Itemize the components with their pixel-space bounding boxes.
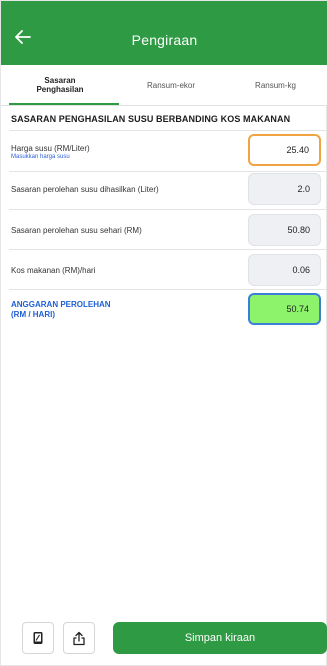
daily-target-field: 50.80 — [248, 214, 321, 246]
tab-sasaran-penghasilan[interactable]: Sasaran Penghasilan — [1, 65, 119, 105]
milk-target-field[interactable]: 2.0 — [248, 173, 321, 205]
daily-target-label: Sasaran perolehan susu sehari (RM) — [11, 226, 142, 235]
estimate-result-field: 50.74 — [248, 293, 321, 325]
divider — [9, 209, 327, 210]
daily-target-value: 50.80 — [287, 225, 310, 235]
milk-price-label: Harga susu (RM/Liter) — [11, 144, 90, 153]
tab-ransum-ekor[interactable]: Ransum-ekor — [119, 65, 223, 105]
milk-price-input[interactable]: 25.40 — [248, 134, 321, 166]
phone-button[interactable] — [22, 622, 54, 654]
tab-bar: Sasaran Penghasilan Ransum-ekor Ransum-k… — [1, 65, 327, 106]
divider — [9, 171, 327, 172]
active-tab-indicator — [9, 103, 119, 105]
feed-cost-field: 0.06 — [248, 254, 321, 286]
divider — [9, 130, 327, 131]
feed-cost-label: Kos makanan (RM)/hari — [11, 266, 96, 275]
estimate-label-line2: (RM / HARI) — [11, 310, 55, 319]
section-title: SASARAN PENGHASILAN SUSU BERBANDING KOS … — [11, 114, 291, 124]
app-screen: Pengiraan Sasaran Penghasilan Ransum-eko… — [0, 0, 327, 666]
milk-price-hint: Masukkan harga susu — [11, 154, 70, 160]
tab-ransum-kg[interactable]: Ransum-kg — [223, 65, 327, 105]
estimate-label: ANGGARAN PEROLEHAN (RM / HARI) — [11, 300, 111, 320]
share-button[interactable] — [63, 622, 95, 654]
save-calculation-button[interactable]: Simpan kiraan — [113, 622, 327, 654]
tab-label-line1: Sasaran — [44, 76, 76, 85]
feed-cost-value: 0.06 — [292, 265, 310, 275]
milk-target-value: 2.0 — [297, 184, 310, 194]
estimate-value: 50.74 — [286, 304, 309, 314]
milk-target-label: Sasaran perolehan susu dihasilkan (Liter… — [11, 185, 159, 194]
phone-icon — [33, 632, 43, 644]
divider — [9, 289, 327, 290]
page-title: Pengiraan — [131, 32, 198, 48]
estimate-label-line1: ANGGARAN PEROLEHAN — [11, 300, 111, 309]
divider — [9, 249, 327, 250]
bottom-action-bar: Simpan kiraan — [1, 621, 327, 661]
share-icon — [73, 631, 85, 645]
tab-label-line2: Penghasilan — [36, 85, 84, 94]
app-header: Pengiraan — [1, 1, 327, 65]
milk-price-value: 25.40 — [286, 145, 309, 155]
